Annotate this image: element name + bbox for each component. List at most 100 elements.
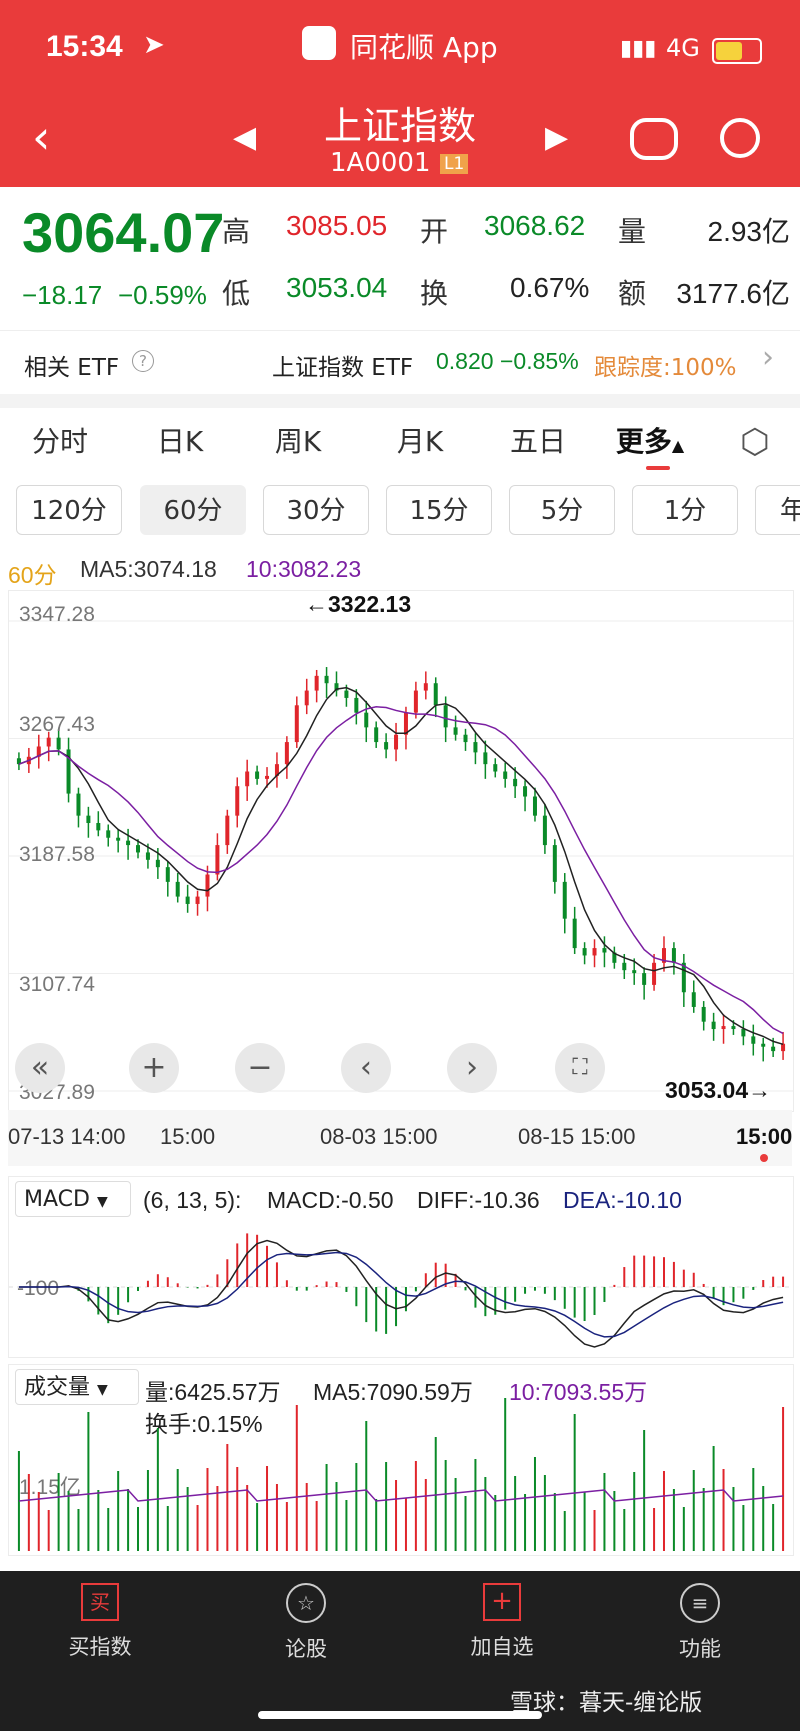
- etf-price: 0.820: [436, 348, 494, 374]
- settings-hexagon-icon[interactable]: ⬡: [740, 422, 770, 462]
- network-type: 4G: [666, 34, 700, 62]
- menu-icon: ≡: [680, 1583, 720, 1623]
- candle-body: [473, 742, 478, 753]
- nav-label: 功能: [679, 1637, 721, 1661]
- candle-body: [513, 778, 518, 787]
- location-icon: ➤: [143, 30, 165, 60]
- period-30[interactable]: 30分: [263, 485, 369, 535]
- volume-label: 量: [618, 215, 647, 248]
- volume-panel[interactable]: 成交量 ▼ 量:6425.57万 MA5:7090.59万 10:7093.55…: [8, 1364, 794, 1556]
- y-tick: 3347.28: [19, 603, 95, 626]
- candle-body: [592, 948, 597, 956]
- candle-body: [671, 948, 676, 963]
- candle-body: [205, 874, 210, 897]
- nav-add-watch[interactable]: + 加自选: [432, 1583, 572, 1661]
- volume-value: 2.93亿: [707, 216, 791, 247]
- help-icon[interactable]: ?: [132, 350, 154, 372]
- turnover-label: 换: [420, 277, 449, 310]
- back-icon[interactable]: ‹: [32, 110, 50, 164]
- candle-body: [413, 690, 418, 713]
- period-year[interactable]: 年: [755, 485, 800, 535]
- tab-five-day[interactable]: 五日: [488, 420, 588, 460]
- candle-body: [552, 845, 557, 882]
- candle-body: [374, 727, 379, 743]
- x-tick: 15:00: [736, 1124, 793, 1149]
- nav-label: 论股: [285, 1637, 327, 1661]
- candle-body: [394, 734, 399, 750]
- x-tick: 08-03 15:00: [320, 1124, 438, 1149]
- nav-functions[interactable]: ≡ 功能: [630, 1583, 770, 1663]
- candle-body: [215, 845, 220, 875]
- rewind-icon[interactable]: «: [15, 1043, 65, 1093]
- stock-code: 1A0001: [330, 148, 431, 178]
- period-15[interactable]: 15分: [386, 485, 492, 535]
- active-tab-indicator: [646, 466, 670, 470]
- candle-body: [572, 918, 577, 949]
- period-60[interactable]: 60分: [140, 485, 246, 535]
- candle-body: [751, 1036, 756, 1044]
- ma5-line: [18, 686, 784, 1046]
- prev-stock-icon[interactable]: ◀: [233, 120, 256, 155]
- candle-body: [86, 815, 91, 824]
- kline-svg: [9, 620, 793, 1092]
- nav-discuss[interactable]: ☆ 论股: [236, 1583, 376, 1663]
- tab-more[interactable]: 更多▲: [600, 420, 700, 460]
- candle-body: [56, 737, 61, 750]
- scroll-left-icon[interactable]: ‹: [341, 1043, 391, 1093]
- price-change-pct: −0.59%: [118, 280, 207, 310]
- candle-body: [126, 840, 131, 846]
- y-tick: 3187.58: [19, 843, 95, 866]
- amount-value: 3177.6亿: [676, 278, 790, 309]
- price-change: −18.17: [22, 280, 103, 310]
- macd-diff-line: [18, 1239, 784, 1348]
- candle-body: [443, 705, 448, 728]
- candle-body: [453, 727, 458, 735]
- next-stock-icon[interactable]: ▶: [545, 120, 568, 155]
- candle-body: [741, 1029, 746, 1037]
- macd-panel[interactable]: MACD ▼ (6, 13, 5): MACD:-0.50 DIFF:-10.3…: [8, 1176, 794, 1358]
- candle-body: [106, 830, 111, 838]
- candle-body: [771, 1046, 776, 1052]
- discuss-icon: ☆: [286, 1583, 326, 1623]
- candle-body: [116, 837, 121, 841]
- candle-body: [136, 845, 141, 853]
- candle-body: [96, 823, 101, 831]
- volume-svg: [17, 1398, 785, 1551]
- ma10-value: 10:3082.23: [246, 556, 362, 582]
- tab-more-label: 更多: [615, 425, 672, 458]
- candle-body: [582, 948, 587, 956]
- scroll-right-icon[interactable]: ›: [447, 1043, 497, 1093]
- nav-buy-index[interactable]: 买 买指数: [30, 1583, 170, 1661]
- candle-body: [691, 992, 696, 1007]
- candle-body: [384, 742, 389, 750]
- candle-body: [532, 796, 537, 816]
- fullscreen-icon[interactable]: ⛶: [555, 1043, 605, 1093]
- candle-body: [523, 786, 528, 797]
- candle-body: [542, 815, 547, 846]
- candle-body: [463, 734, 468, 743]
- signal-icon: ▮▮▮: [620, 36, 657, 61]
- tab-weekly-k[interactable]: 周K: [248, 420, 348, 460]
- high-label: 高: [222, 215, 251, 248]
- candle-body: [642, 973, 647, 985]
- search-icon[interactable]: [720, 118, 760, 158]
- high-value: 3085.05: [286, 210, 388, 241]
- period-120[interactable]: 120分: [16, 485, 122, 535]
- candle-body: [265, 775, 270, 779]
- open-label: 开: [420, 215, 449, 248]
- candle-body: [721, 1026, 726, 1030]
- kline-chart[interactable]: 3347.28 3267.43 3187.58 3107.74 3027.89 …: [8, 590, 794, 1112]
- zoom-in-icon[interactable]: +: [129, 1043, 179, 1093]
- candle-body: [562, 881, 567, 919]
- candle-body: [761, 1043, 766, 1047]
- current-dot: [760, 1154, 768, 1162]
- etf-row[interactable]: 相关 ETF ? 上证指数 ETF 0.820 −0.85% 跟踪度:100% …: [0, 330, 800, 394]
- tab-fenshi[interactable]: 分时: [10, 420, 110, 460]
- x-tick: 07-13 14:00: [8, 1124, 126, 1149]
- period-1[interactable]: 1分: [632, 485, 738, 535]
- zoom-out-icon[interactable]: −: [235, 1043, 285, 1093]
- tab-monthly-k[interactable]: 月K: [370, 420, 470, 460]
- tab-daily-k[interactable]: 日K: [130, 420, 230, 460]
- period-5[interactable]: 5分: [509, 485, 615, 535]
- robot-icon[interactable]: [630, 118, 678, 160]
